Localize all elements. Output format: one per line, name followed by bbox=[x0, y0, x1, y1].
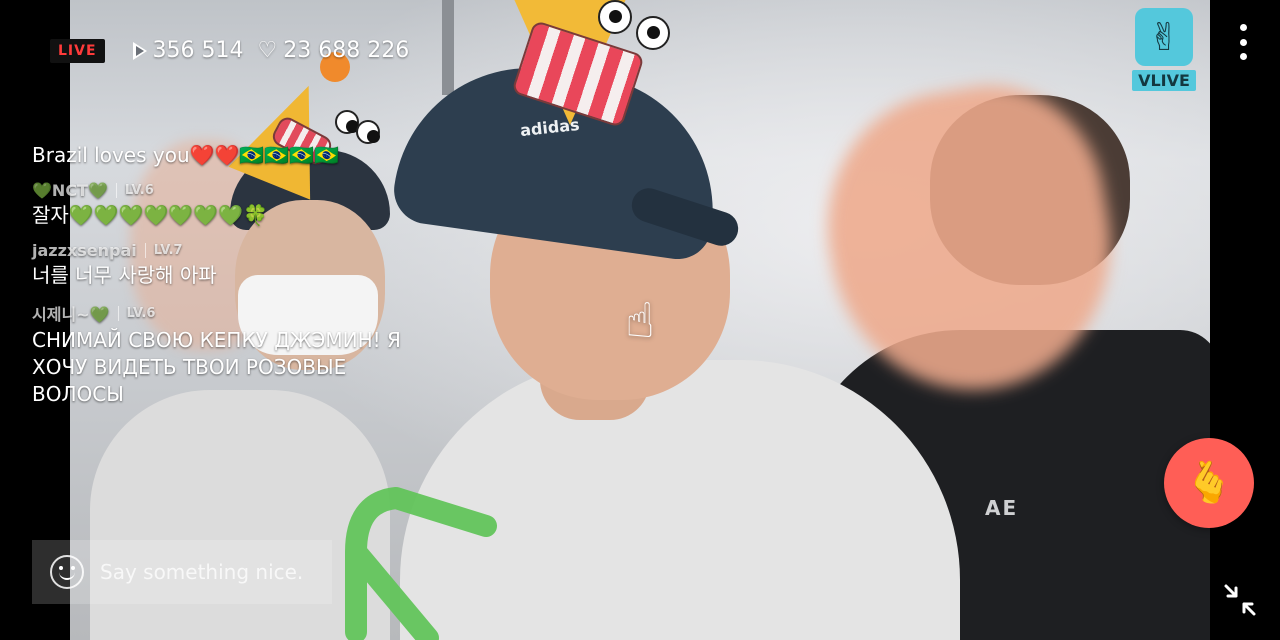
chat-username: 💚NCT💚 bbox=[32, 181, 108, 200]
heart-outline-icon: ♡ bbox=[257, 37, 278, 63]
chat-username: jazzxsenpai bbox=[32, 241, 137, 260]
sticker-eye bbox=[636, 16, 670, 50]
menu-dot bbox=[1239, 24, 1247, 31]
background-pole bbox=[442, 0, 454, 95]
play-count-value: 356 514 bbox=[152, 38, 244, 63]
live-chat: Brazil loves you❤️❤️🇧🇷🇧🇷🇧🇷🇧🇷 💚NCT💚 LV.6 … bbox=[32, 140, 452, 420]
chat-message: 시제니~💚 LV.6 СНИМАЙ СВОЮ КЕПКУ ДЖЭМИН! Я Х… bbox=[32, 301, 452, 408]
stream-stats-bar: LIVE 356 514 ♡ 23 688 226 bbox=[50, 38, 409, 63]
chat-username: 시제니~💚 bbox=[32, 305, 110, 324]
more-vert-icon[interactable] bbox=[1232, 24, 1254, 60]
chat-message: 💚NCT💚 LV.6 잘자💚💚💚💚💚💚💚🍀 bbox=[32, 181, 452, 229]
jacket-print: AE bbox=[985, 496, 1019, 520]
chat-message-text: 잘자💚💚💚💚💚💚💚🍀 bbox=[32, 203, 269, 227]
chat-message-text: Brazil loves you❤️❤️🇧🇷🇧🇷🇧🇷🇧🇷 bbox=[32, 143, 340, 167]
live-badge: LIVE bbox=[50, 38, 105, 63]
chat-user-level: LV.7 bbox=[144, 243, 183, 258]
sticker-eye bbox=[598, 0, 632, 34]
chat-message-text: СНИМАЙ СВОЮ КЕПКУ ДЖЭМИН! Я ХОЧУ ВИДЕТЬ … bbox=[32, 328, 401, 406]
heart-count: ♡ 23 688 226 bbox=[258, 38, 410, 63]
shrink-icon[interactable] bbox=[1222, 582, 1258, 618]
chat-user-level: LV.6 bbox=[115, 183, 154, 198]
chat-input[interactable]: Say something nice. bbox=[32, 540, 332, 604]
menu-dot bbox=[1239, 53, 1247, 60]
chat-input-placeholder: Say something nice. bbox=[100, 560, 304, 584]
play-count: 356 514 bbox=[119, 38, 244, 63]
menu-dot bbox=[1239, 38, 1247, 46]
live-stream-screen: AE adidas LIVE 356 514 ♡ 23 688 226 ✌ VL… bbox=[0, 0, 1280, 640]
finger-heart-button[interactable]: 🫰 bbox=[1164, 438, 1254, 528]
chat-message: jazzxsenpai LV.7 너를 너무 사랑해 아파 bbox=[32, 241, 452, 289]
chat-user-level: LV.6 bbox=[117, 305, 155, 321]
chat-message: Brazil loves you❤️❤️🇧🇷🇧🇷🇧🇷🇧🇷 bbox=[32, 142, 452, 169]
vlive-logo: ✌ VLIVE bbox=[1130, 8, 1198, 100]
chat-user-row: jazzxsenpai LV.7 bbox=[32, 241, 452, 260]
green-arrow-drawing bbox=[345, 487, 497, 640]
play-icon bbox=[132, 41, 147, 60]
vlive-hand-icon: ✌ bbox=[1135, 8, 1193, 66]
chat-user-row: 💚NCT💚 LV.6 bbox=[32, 181, 452, 200]
chat-message-text: 너를 너무 사랑해 아파 bbox=[32, 263, 217, 287]
smile-icon[interactable] bbox=[50, 555, 84, 589]
finger-tap-icon[interactable]: ☝ bbox=[611, 292, 669, 350]
vlive-logo-text: VLIVE bbox=[1132, 70, 1196, 91]
heart-count-value: 23 688 226 bbox=[283, 38, 410, 63]
finger-heart-icon: 🫰 bbox=[1184, 460, 1234, 506]
chat-user-row: 시제니~💚 LV.6 bbox=[32, 301, 452, 325]
